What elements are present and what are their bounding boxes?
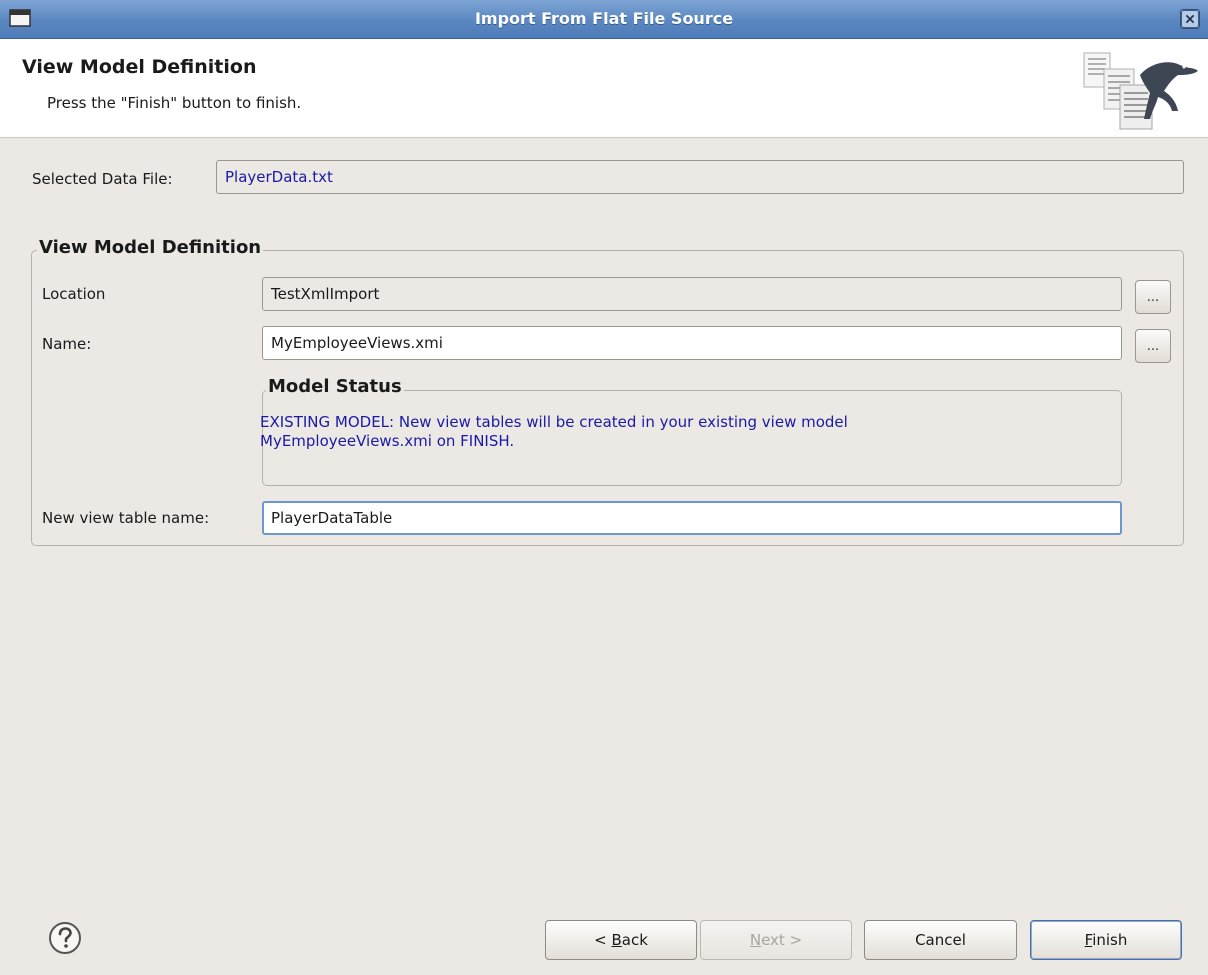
name-label: Name: — [42, 335, 92, 353]
back-button-mnemonic: B — [611, 931, 622, 949]
cancel-button[interactable]: Cancel — [864, 920, 1017, 960]
location-field[interactable]: TestXmlImport — [262, 277, 1122, 311]
finish-button-rest: inish — [1092, 931, 1128, 949]
back-button-rest: ack — [621, 931, 648, 949]
documents-lizard-icon — [1083, 52, 1198, 130]
location-label: Location — [42, 285, 106, 303]
next-button[interactable]: Next > — [700, 920, 852, 960]
close-icon[interactable] — [1180, 9, 1200, 29]
new-table-name-field[interactable]: PlayerDataTable — [262, 501, 1122, 535]
banner-message: Press the "Finish" button to finish. — [47, 94, 302, 112]
location-browse-button[interactable]: ... — [1135, 280, 1171, 314]
model-status-title: Model Status — [266, 376, 404, 397]
help-icon[interactable] — [48, 921, 82, 955]
next-button-rest: ext > — [761, 931, 803, 949]
data-file-field[interactable]: PlayerData.txt — [216, 160, 1184, 194]
back-button[interactable]: < Back — [545, 920, 697, 960]
back-button-prefix: < — [594, 931, 612, 949]
next-button-mnemonic: N — [749, 931, 762, 949]
finish-button[interactable]: Finish — [1030, 920, 1182, 960]
model-status-message: EXISTING MODEL: New view tables will be … — [260, 413, 1090, 451]
window-title: Import From Flat File Source — [474, 9, 734, 28]
name-browse-button[interactable]: ... — [1135, 329, 1171, 363]
wizard-banner: View Model Definition Press the "Finish"… — [0, 39, 1208, 138]
title-bar: Import From Flat File Source — [0, 0, 1208, 39]
new-table-name-label: New view table name: — [42, 509, 210, 527]
name-field[interactable]: MyEmployeeViews.xmi — [262, 326, 1122, 360]
banner-heading: View Model Definition — [22, 56, 257, 78]
model-status-line-1: EXISTING MODEL: New view tables will be … — [260, 413, 848, 431]
model-status-line-2: MyEmployeeViews.xmi on FINISH. — [260, 432, 515, 450]
view-model-definition-title: View Model Definition — [37, 237, 264, 258]
data-file-label: Selected Data File: — [32, 170, 173, 188]
